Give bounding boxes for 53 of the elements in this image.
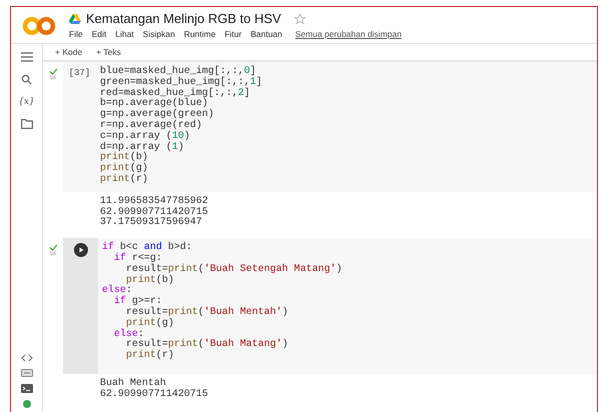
code-line: c=np.array (10): [100, 132, 192, 142]
menu-item[interactable]: Fitur: [224, 29, 242, 39]
check-icon: [48, 244, 58, 252]
logo-icon: [21, 16, 57, 36]
menu-icon[interactable]: [20, 52, 32, 62]
code-line: red=masked_hue_img[:,:,2]: [100, 88, 252, 99]
save-status-link[interactable]: Semua perubahan disimpan: [295, 29, 402, 39]
code-line: print(r): [100, 174, 150, 186]
terminal-icon[interactable]: [20, 384, 32, 393]
folder-icon[interactable]: [20, 119, 32, 129]
code-line: else:: [113, 330, 144, 340]
search-icon[interactable]: [21, 74, 32, 85]
code-line: print(g): [126, 318, 174, 329]
code-icon[interactable]: [20, 354, 32, 362]
drive-icon: [69, 14, 81, 24]
run-button[interactable]: [74, 243, 88, 258]
menu-item[interactable]: Runtime: [184, 29, 216, 39]
menu-item[interactable]: Bantuan: [250, 29, 282, 39]
code-line: if r<=g:: [113, 254, 162, 264]
code-line: b=np.average(blue): [100, 99, 208, 110]
code-line: d=np.array (1): [100, 142, 186, 153]
menu-item[interactable]: Sisipkan: [142, 29, 175, 39]
output-line: 62.909907711420715: [100, 390, 210, 401]
code-line: print(b): [100, 153, 148, 164]
code-line: if g>=r:: [113, 297, 162, 308]
output-line: Buah Mentah: [100, 378, 168, 389]
status-dot-icon: [22, 400, 30, 408]
keyboard-icon[interactable]: [20, 369, 32, 377]
code-line: g=np.average(green): [100, 110, 216, 120]
add-cell-button[interactable]: + Teks: [94, 46, 123, 58]
variables-icon[interactable]: {x}: [18, 97, 35, 107]
notebook-title[interactable]: Kematangan Melinjo RGB to HSV: [86, 11, 282, 26]
code-line: result=print('Buah Mentah'): [125, 308, 290, 318]
code-line: print(r): [125, 351, 176, 362]
star-icon[interactable]: [294, 12, 306, 24]
menu-item[interactable]: File: [69, 29, 83, 39]
execution-count: [37]: [63, 62, 96, 192]
code-line: result=print('Buah Matang'): [125, 340, 290, 350]
code-line: r=np.average(red): [100, 120, 204, 131]
menu-item[interactable]: Lihat: [115, 29, 134, 39]
check-icon: [48, 68, 58, 75]
add-cell-button[interactable]: + Kode: [53, 46, 84, 58]
code-line: result=print('Buah Setengah Matang'): [125, 264, 344, 275]
output-line: 37.17509317596947: [100, 218, 204, 230]
output-line: 62.909907711420715: [100, 208, 210, 218]
code-line: else:: [102, 286, 134, 296]
code-line: print(b): [126, 276, 174, 286]
code-line: print(g): [100, 164, 150, 174]
menu-item[interactable]: Edit: [92, 29, 106, 39]
code-line: blue=masked_hue_img[:,:,0]: [100, 67, 257, 77]
code-line: if b<c and b>d:: [102, 243, 194, 254]
output-line: 11.996583547785962: [100, 196, 210, 207]
code-line: green=masked_hue_img[:,:,1]: [100, 78, 264, 88]
